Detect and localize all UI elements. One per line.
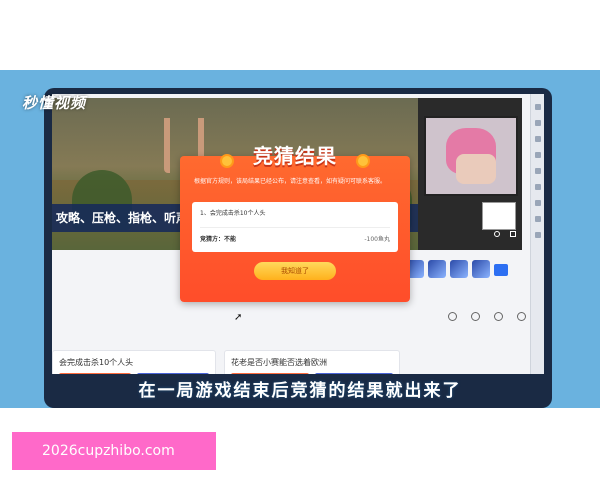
bell-icon[interactable] (494, 312, 503, 321)
gift-icon[interactable] (472, 260, 490, 278)
confirm-button[interactable]: 我知道了 (254, 262, 336, 280)
rail-icon[interactable] (534, 136, 541, 142)
gear-icon[interactable] (494, 231, 500, 237)
camera-hand (456, 154, 496, 184)
gift-bar (406, 260, 490, 278)
modal-notice: 根据官方规则，该局结果已经公布，请注意查看，如有疑问可联系客服。 (194, 178, 387, 185)
rail-icon[interactable] (534, 200, 541, 206)
monitor: 攻略、压枪、指枪、听声辩 ➚ 会完成击杀10个人头 花老是否小赛能否选着欧洲 竞… (44, 88, 552, 408)
card-title: 会完成击杀10个人头 (59, 358, 134, 367)
gift-expand-button[interactable] (494, 264, 508, 276)
site-url-label: 2026cupzhibo.com (12, 432, 216, 470)
guess-card[interactable]: 会完成击杀10个人头 (52, 350, 216, 374)
option-button[interactable] (59, 373, 131, 374)
guess-result-modal: 竞猜结果 根据官方规则，该局结果已经公布，请注意查看，如有疑问可联系客服。 1、… (180, 144, 410, 302)
rail-icon[interactable] (534, 120, 541, 126)
option-button[interactable] (315, 373, 393, 374)
guess-choice: 竞猜方：不能 (200, 236, 237, 243)
rail-icon[interactable] (534, 216, 541, 222)
guess-card[interactable]: 花老是否小赛能否选着欧洲 (224, 350, 400, 374)
guess-amount: -100鱼丸 (364, 236, 390, 243)
video-caption: 在一局游戏结束后竞猜的结果就出来了 (138, 381, 462, 401)
rail-icon[interactable] (534, 168, 541, 174)
video-frame: 秒懂视频 攻略、压枪、指枪、听声辩 ➚ 会完成击杀10个人头 花老是否小赛能否选… (0, 70, 600, 408)
gift-icon[interactable] (428, 260, 446, 278)
result-panel: 1、会完成击杀10个人头 竞猜方：不能 -100鱼丸 (192, 202, 398, 252)
rail-icon[interactable] (534, 232, 541, 238)
right-rail (530, 94, 544, 374)
page: 秒懂视频 攻略、压枪、指枪、听声辩 ➚ 会完成击杀10个人头 花老是否小赛能否选… (0, 0, 600, 480)
rail-icon[interactable] (534, 152, 541, 158)
streamer-camera (424, 116, 518, 196)
guess-question: 1、会完成击杀10个人头 (200, 210, 266, 217)
mouse-cursor-icon: ➚ (234, 312, 243, 323)
bag-icon[interactable] (471, 312, 480, 321)
page-toolbar (448, 312, 526, 321)
card-options (59, 373, 209, 374)
option-button[interactable] (137, 373, 209, 374)
fullscreen-icon[interactable] (510, 231, 516, 237)
video-watermark: 秒懂视频 (22, 94, 87, 112)
more-icon[interactable] (517, 312, 526, 321)
rail-icon[interactable] (534, 104, 541, 110)
trophy-icon[interactable] (448, 312, 457, 321)
card-title: 花老是否小赛能否选着欧洲 (231, 358, 327, 367)
gift-icon[interactable] (450, 260, 468, 278)
browser-screen: 攻略、压枪、指枪、听声辩 ➚ 会完成击杀10个人头 花老是否小赛能否选着欧洲 竞… (52, 94, 544, 374)
modal-title: 竞猜结果 (253, 144, 337, 168)
rail-icon[interactable] (534, 184, 541, 190)
card-options (231, 373, 393, 374)
result-row: 竞猜方：不能 -100鱼丸 (200, 227, 390, 243)
option-button[interactable] (231, 373, 309, 374)
